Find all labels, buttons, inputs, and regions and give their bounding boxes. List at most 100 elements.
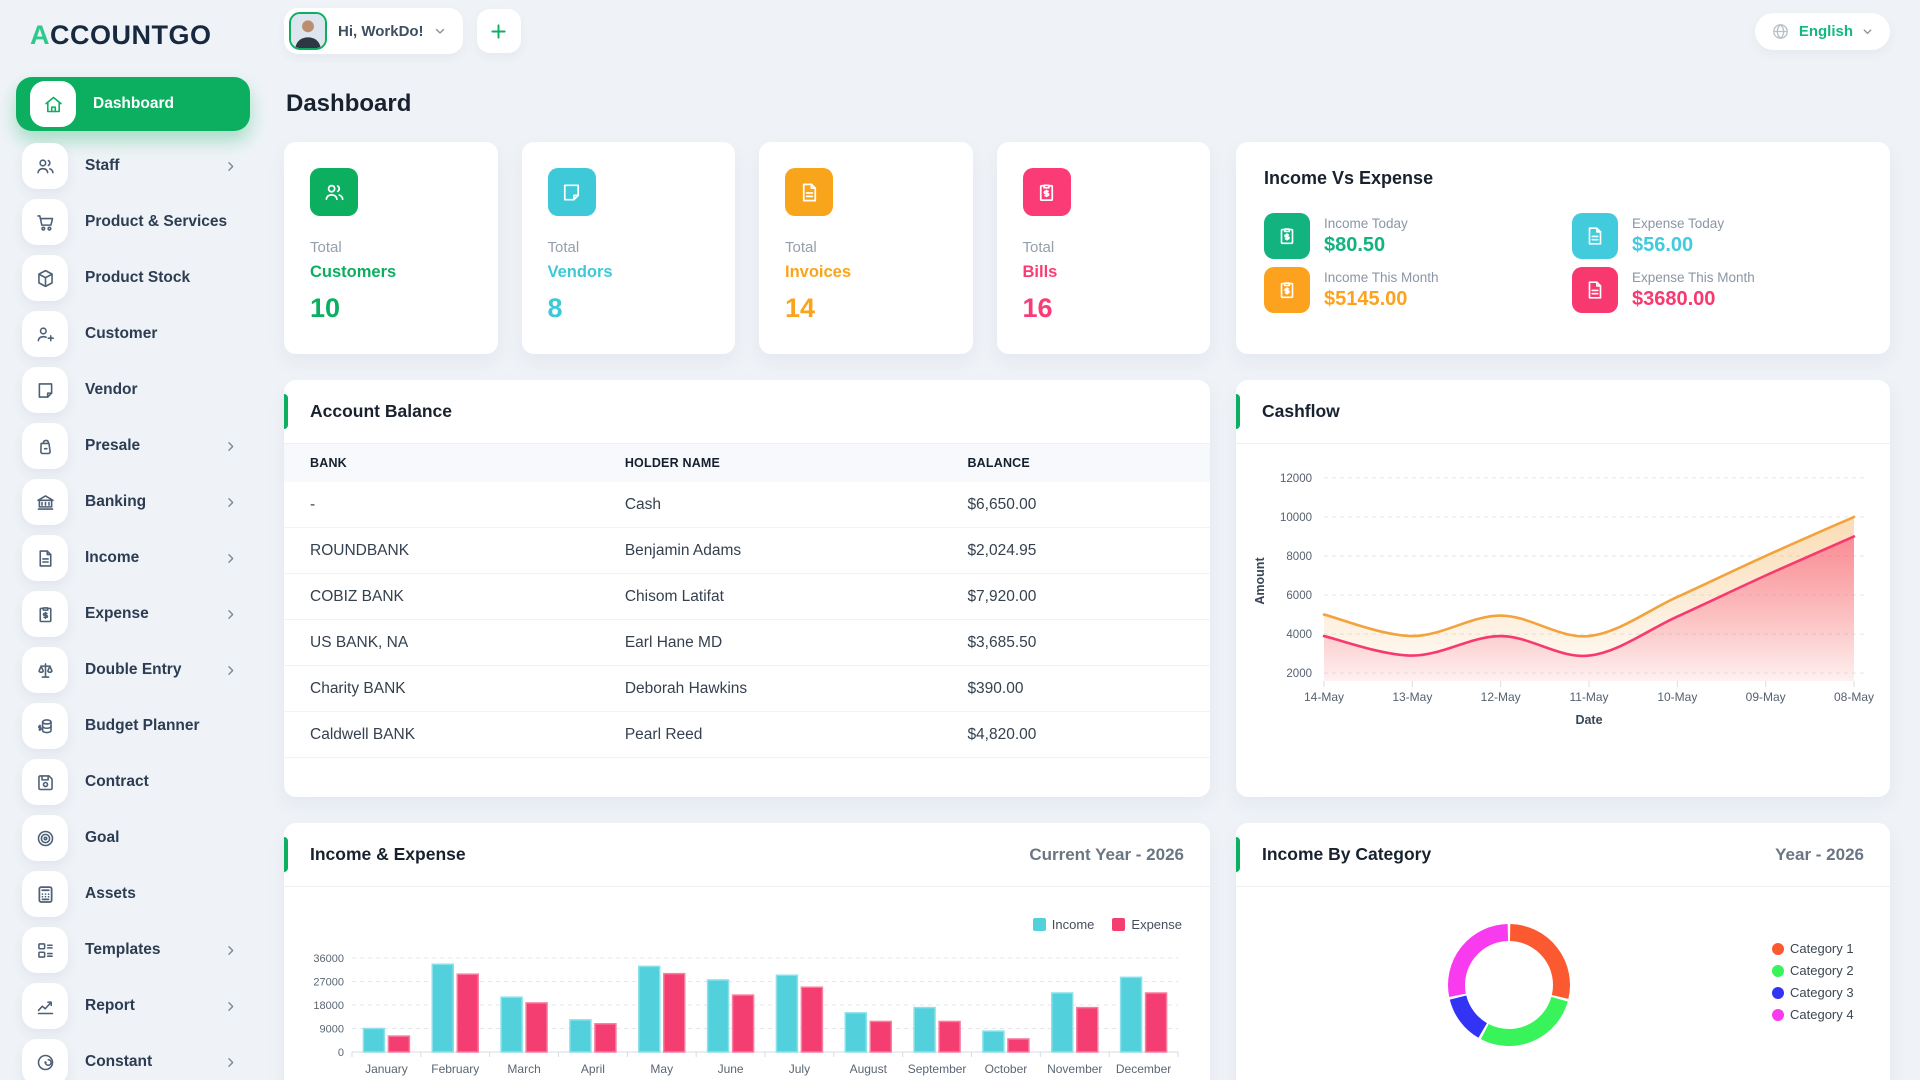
- sidebar-item-contract[interactable]: Contract: [16, 759, 250, 805]
- bar-income[interactable]: [706, 979, 730, 1053]
- stat-top-label: Total: [1022, 239, 1055, 256]
- table-cell: $3,685.50: [941, 619, 1210, 666]
- add-button[interactable]: [476, 9, 521, 53]
- bar-income[interactable]: [913, 1006, 936, 1053]
- sidebar-item-expense[interactable]: Expense: [16, 591, 250, 637]
- sidebar-item-income[interactable]: Income: [16, 535, 250, 581]
- sidebar-item-customer[interactable]: Customer: [16, 311, 250, 357]
- x-tick-label: March: [507, 1062, 540, 1076]
- x-tick-label: 14-May: [1304, 690, 1344, 704]
- sidebar-item-label: Income: [85, 549, 140, 566]
- bar-expense[interactable]: [663, 972, 686, 1053]
- sidebar-item-product-stock[interactable]: Product Stock: [16, 255, 250, 301]
- x-axis-title: Date: [1575, 713, 1602, 727]
- sidebar-item-label: Banking: [85, 493, 147, 510]
- income-expense-chart: 0 9000 18000 27000 36000 January February March…: [302, 954, 1192, 1080]
- bar-income[interactable]: [569, 1019, 592, 1053]
- sidebar-item-vendor[interactable]: Vendor: [16, 367, 250, 413]
- legend-item-category-1[interactable]: Category 1: [1772, 941, 1854, 956]
- x-tick-label: 09-May: [1746, 690, 1786, 704]
- bar-expense[interactable]: [594, 1023, 617, 1053]
- logo-accent-letter: A: [30, 20, 50, 50]
- bar-expense[interactable]: [456, 973, 479, 1053]
- x-tick-label: May: [650, 1062, 673, 1076]
- bar-expense[interactable]: [938, 1020, 961, 1053]
- x-tick-label: April: [581, 1062, 605, 1076]
- app-logo: ACCOUNTGO: [16, 20, 250, 51]
- bar-expense[interactable]: [800, 986, 824, 1053]
- sidebar-item-constant[interactable]: Constant: [16, 1039, 250, 1080]
- donut-segment-category-4[interactable]: [1448, 924, 1509, 997]
- legend-label: Income: [1051, 917, 1095, 932]
- ive-label: Income Today: [1324, 215, 1408, 231]
- legend-item-category-2[interactable]: Category 2: [1772, 963, 1854, 978]
- bar-expense[interactable]: [731, 994, 755, 1053]
- users-icon: [22, 143, 68, 189]
- bar-income[interactable]: [431, 963, 454, 1053]
- bar-income[interactable]: [362, 1027, 386, 1053]
- floppy-icon: [22, 759, 68, 805]
- table-cell: Cash: [598, 482, 942, 528]
- x-tick-label: 08-May: [1834, 690, 1874, 704]
- ive-label: Income This Month: [1324, 269, 1439, 285]
- bar-income[interactable]: [1119, 976, 1143, 1053]
- bar-expense[interactable]: [1076, 1006, 1099, 1053]
- bar-income[interactable]: [844, 1012, 867, 1053]
- legend-swatch: [1772, 964, 1784, 977]
- sidebar-item-staff[interactable]: Staff: [16, 143, 250, 189]
- sidebar-item-dashboard[interactable]: Dashboard: [16, 77, 250, 131]
- y-tick-label: 4000: [1286, 629, 1312, 641]
- language-selector[interactable]: English: [1754, 12, 1890, 50]
- bar-income[interactable]: [500, 996, 523, 1053]
- donut-segment-category-1[interactable]: [1509, 924, 1570, 999]
- panel-title: Cashflow: [1262, 401, 1340, 421]
- sidebar-item-label: Goal: [85, 829, 120, 846]
- sidebar-item-templates[interactable]: Templates: [16, 927, 250, 973]
- bar-income[interactable]: [1051, 992, 1074, 1053]
- sidebar-item-double-entry[interactable]: Double Entry: [16, 647, 250, 693]
- file-icon: [22, 535, 68, 581]
- sidebar-item-presale[interactable]: Presale: [16, 423, 250, 469]
- ive-item-income-today: Income Today $80.50: [1264, 213, 1554, 259]
- legend-item-category-4[interactable]: Category 4: [1772, 1007, 1854, 1022]
- chevron-right-icon: [223, 551, 238, 566]
- chart-legend: Category 1 Category 2 Category 3 Category 4: [1772, 941, 1854, 1022]
- stat-card-customers: Total Customers 10: [284, 142, 498, 354]
- bar-income[interactable]: [982, 1030, 1005, 1053]
- account-balance-panel: Account Balance BANK HOLDER NAME BALANCE…: [284, 380, 1210, 797]
- bar-expense[interactable]: [1144, 992, 1168, 1053]
- calculator-icon: [22, 871, 68, 917]
- globe-icon: [1771, 22, 1790, 41]
- table-cell: -: [284, 482, 599, 528]
- legend-item-income[interactable]: Income: [1032, 917, 1095, 932]
- ive-value: $80.50: [1324, 233, 1386, 256]
- bar-expense[interactable]: [387, 1035, 411, 1053]
- sidebar-item-banking[interactable]: Banking: [16, 479, 250, 525]
- sidebar-item-assets[interactable]: Assets: [16, 871, 250, 917]
- chevron-right-icon: [223, 439, 238, 454]
- bar-expense[interactable]: [1007, 1038, 1030, 1053]
- sidebar-item-label: Assets: [85, 885, 136, 902]
- column-header-balance: BALANCE: [941, 444, 1210, 482]
- donut-segment-category-3[interactable]: [1449, 995, 1488, 1038]
- legend-item-category-3[interactable]: Category 3: [1772, 985, 1854, 1000]
- x-tick-label: July: [789, 1062, 810, 1076]
- donut-segment-category-2[interactable]: [1480, 996, 1568, 1046]
- bar-income[interactable]: [638, 965, 661, 1053]
- bar-income[interactable]: [775, 974, 799, 1053]
- sidebar-item-goal[interactable]: Goal: [16, 815, 250, 861]
- user-menu[interactable]: Hi, WorkDo!: [284, 8, 463, 54]
- bar-expense[interactable]: [869, 1020, 892, 1053]
- bar-expense[interactable]: [525, 1002, 548, 1053]
- stat-label: Customers: [310, 263, 397, 281]
- sidebar-item-budget-planner[interactable]: Budget Planner: [16, 703, 250, 749]
- money-bag-icon: [22, 423, 68, 469]
- legend-item-expense[interactable]: Expense: [1112, 917, 1182, 932]
- sidebar-item-label: Customer: [85, 325, 158, 342]
- ive-item-income-this-month: Income This Month $5145.00: [1264, 267, 1554, 313]
- sidebar-item-report[interactable]: Report: [16, 983, 250, 1029]
- y-tick-label: 27000: [313, 977, 344, 989]
- sidebar-item-label: Product & Services: [85, 213, 228, 230]
- ive-item-expense-today: Expense Today $56.00: [1572, 213, 1862, 259]
- sidebar-item-product-services[interactable]: Product & Services: [16, 199, 250, 245]
